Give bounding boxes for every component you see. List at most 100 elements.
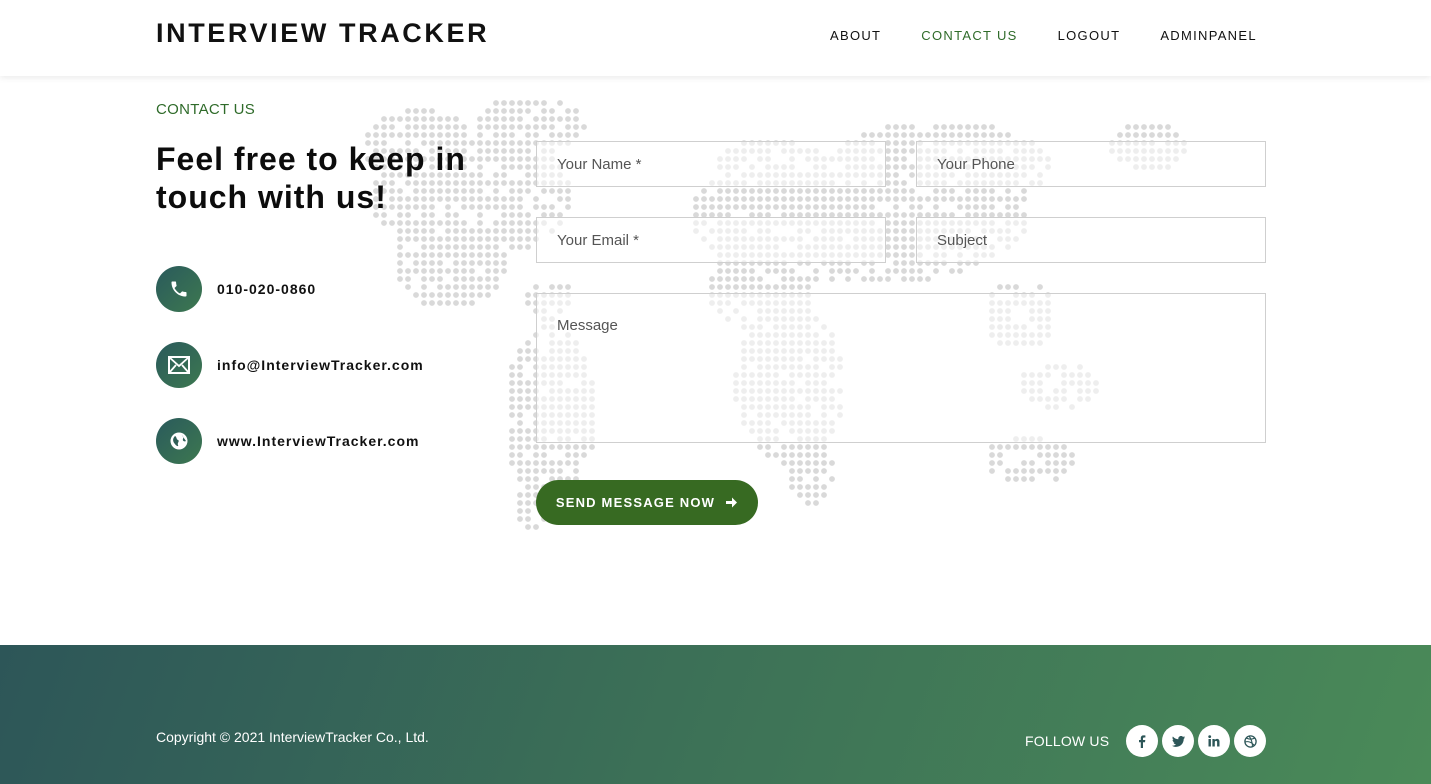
map-dot bbox=[861, 204, 867, 210]
map-dot bbox=[501, 124, 507, 130]
nav-contact-us[interactable]: CONTACT US bbox=[921, 28, 1017, 43]
map-dot bbox=[429, 244, 435, 250]
map-dot bbox=[565, 196, 571, 202]
map-dot bbox=[501, 212, 507, 218]
map-dot bbox=[493, 244, 499, 250]
map-dot bbox=[525, 156, 531, 162]
map-dot bbox=[741, 284, 747, 290]
map-dot bbox=[445, 228, 451, 234]
website-url[interactable]: www.InterviewTracker.com bbox=[217, 433, 419, 449]
map-dot bbox=[1141, 132, 1147, 138]
map-dot bbox=[1149, 132, 1155, 138]
map-dot bbox=[781, 188, 787, 194]
map-dot bbox=[725, 284, 731, 290]
map-dot bbox=[453, 220, 459, 226]
map-dot bbox=[397, 132, 403, 138]
map-dot bbox=[525, 292, 531, 298]
map-dot bbox=[813, 452, 819, 458]
map-dot bbox=[453, 124, 459, 130]
map-dot bbox=[549, 284, 555, 290]
email-address[interactable]: info@InterviewTracker.com bbox=[217, 357, 424, 373]
twitter-icon[interactable] bbox=[1162, 725, 1194, 757]
site-footer: Copyright © 2021 InterviewTracker Co., L… bbox=[0, 645, 1431, 784]
map-dot bbox=[949, 188, 955, 194]
map-dot bbox=[861, 276, 867, 282]
map-dot bbox=[509, 196, 515, 202]
map-dot bbox=[485, 284, 491, 290]
map-dot bbox=[533, 484, 539, 490]
map-dot bbox=[797, 284, 803, 290]
name-field[interactable]: Your Name * bbox=[536, 141, 886, 187]
map-dot bbox=[453, 268, 459, 274]
map-dot bbox=[821, 452, 827, 458]
map-dot bbox=[453, 116, 459, 122]
map-dot bbox=[509, 444, 515, 450]
map-dot bbox=[477, 236, 483, 242]
map-dot bbox=[565, 460, 571, 466]
map-dot bbox=[501, 252, 507, 258]
map-dot bbox=[413, 236, 419, 242]
map-dot bbox=[997, 444, 1003, 450]
map-dot bbox=[805, 444, 811, 450]
map-dot bbox=[557, 132, 563, 138]
social-links bbox=[1126, 725, 1270, 757]
map-dot bbox=[717, 196, 723, 202]
map-dot bbox=[821, 484, 827, 490]
subject-field[interactable]: Subject bbox=[916, 217, 1266, 263]
map-dot bbox=[565, 132, 571, 138]
map-dot bbox=[541, 188, 547, 194]
map-dot bbox=[1053, 460, 1059, 466]
message-field[interactable]: Message bbox=[536, 293, 1266, 443]
map-dot bbox=[909, 276, 915, 282]
map-dot bbox=[509, 428, 515, 434]
map-dot bbox=[1045, 452, 1051, 458]
map-dot bbox=[525, 132, 531, 138]
map-dot bbox=[581, 124, 587, 130]
map-dot bbox=[1021, 460, 1027, 466]
map-dot bbox=[717, 204, 723, 210]
map-dot bbox=[821, 492, 827, 498]
nav-logout[interactable]: LOGOUT bbox=[1058, 28, 1121, 43]
map-dot bbox=[421, 124, 427, 130]
map-dot bbox=[477, 124, 483, 130]
map-dot bbox=[781, 276, 787, 282]
map-dot bbox=[797, 460, 803, 466]
map-dot bbox=[493, 284, 499, 290]
map-dot bbox=[765, 268, 771, 274]
phone-field[interactable]: Your Phone bbox=[916, 141, 1266, 187]
map-dot bbox=[901, 148, 907, 154]
map-dot bbox=[941, 188, 947, 194]
map-dot bbox=[829, 204, 835, 210]
map-dot bbox=[901, 260, 907, 266]
map-dot bbox=[573, 452, 579, 458]
site-logo[interactable]: INTERVIEW TRACKER bbox=[156, 18, 489, 49]
map-dot bbox=[1005, 468, 1011, 474]
email-field[interactable]: Your Email * bbox=[536, 217, 886, 263]
map-dot bbox=[957, 196, 963, 202]
map-dot bbox=[509, 148, 515, 154]
map-dot bbox=[477, 276, 483, 282]
map-dot bbox=[901, 268, 907, 274]
map-dot bbox=[805, 492, 811, 498]
map-dot bbox=[421, 276, 427, 282]
map-dot bbox=[981, 124, 987, 130]
map-dot bbox=[517, 452, 523, 458]
map-dot bbox=[485, 116, 491, 122]
dribbble-icon[interactable] bbox=[1234, 725, 1266, 757]
map-dot bbox=[813, 484, 819, 490]
map-dot bbox=[405, 276, 411, 282]
map-dot bbox=[525, 388, 531, 394]
map-dot bbox=[765, 284, 771, 290]
map-dot bbox=[405, 220, 411, 226]
linkedin-icon[interactable] bbox=[1198, 725, 1230, 757]
send-message-button[interactable]: SEND MESSAGE NOW bbox=[536, 480, 758, 525]
map-dot bbox=[821, 468, 827, 474]
map-dot bbox=[525, 476, 531, 482]
map-dot bbox=[493, 276, 499, 282]
map-dot bbox=[1037, 468, 1043, 474]
map-dot bbox=[509, 132, 515, 138]
map-dot bbox=[541, 100, 547, 106]
nav-adminpanel[interactable]: ADMINPANEL bbox=[1160, 28, 1257, 43]
nav-about[interactable]: ABOUT bbox=[830, 28, 881, 43]
facebook-icon[interactable] bbox=[1126, 725, 1158, 757]
